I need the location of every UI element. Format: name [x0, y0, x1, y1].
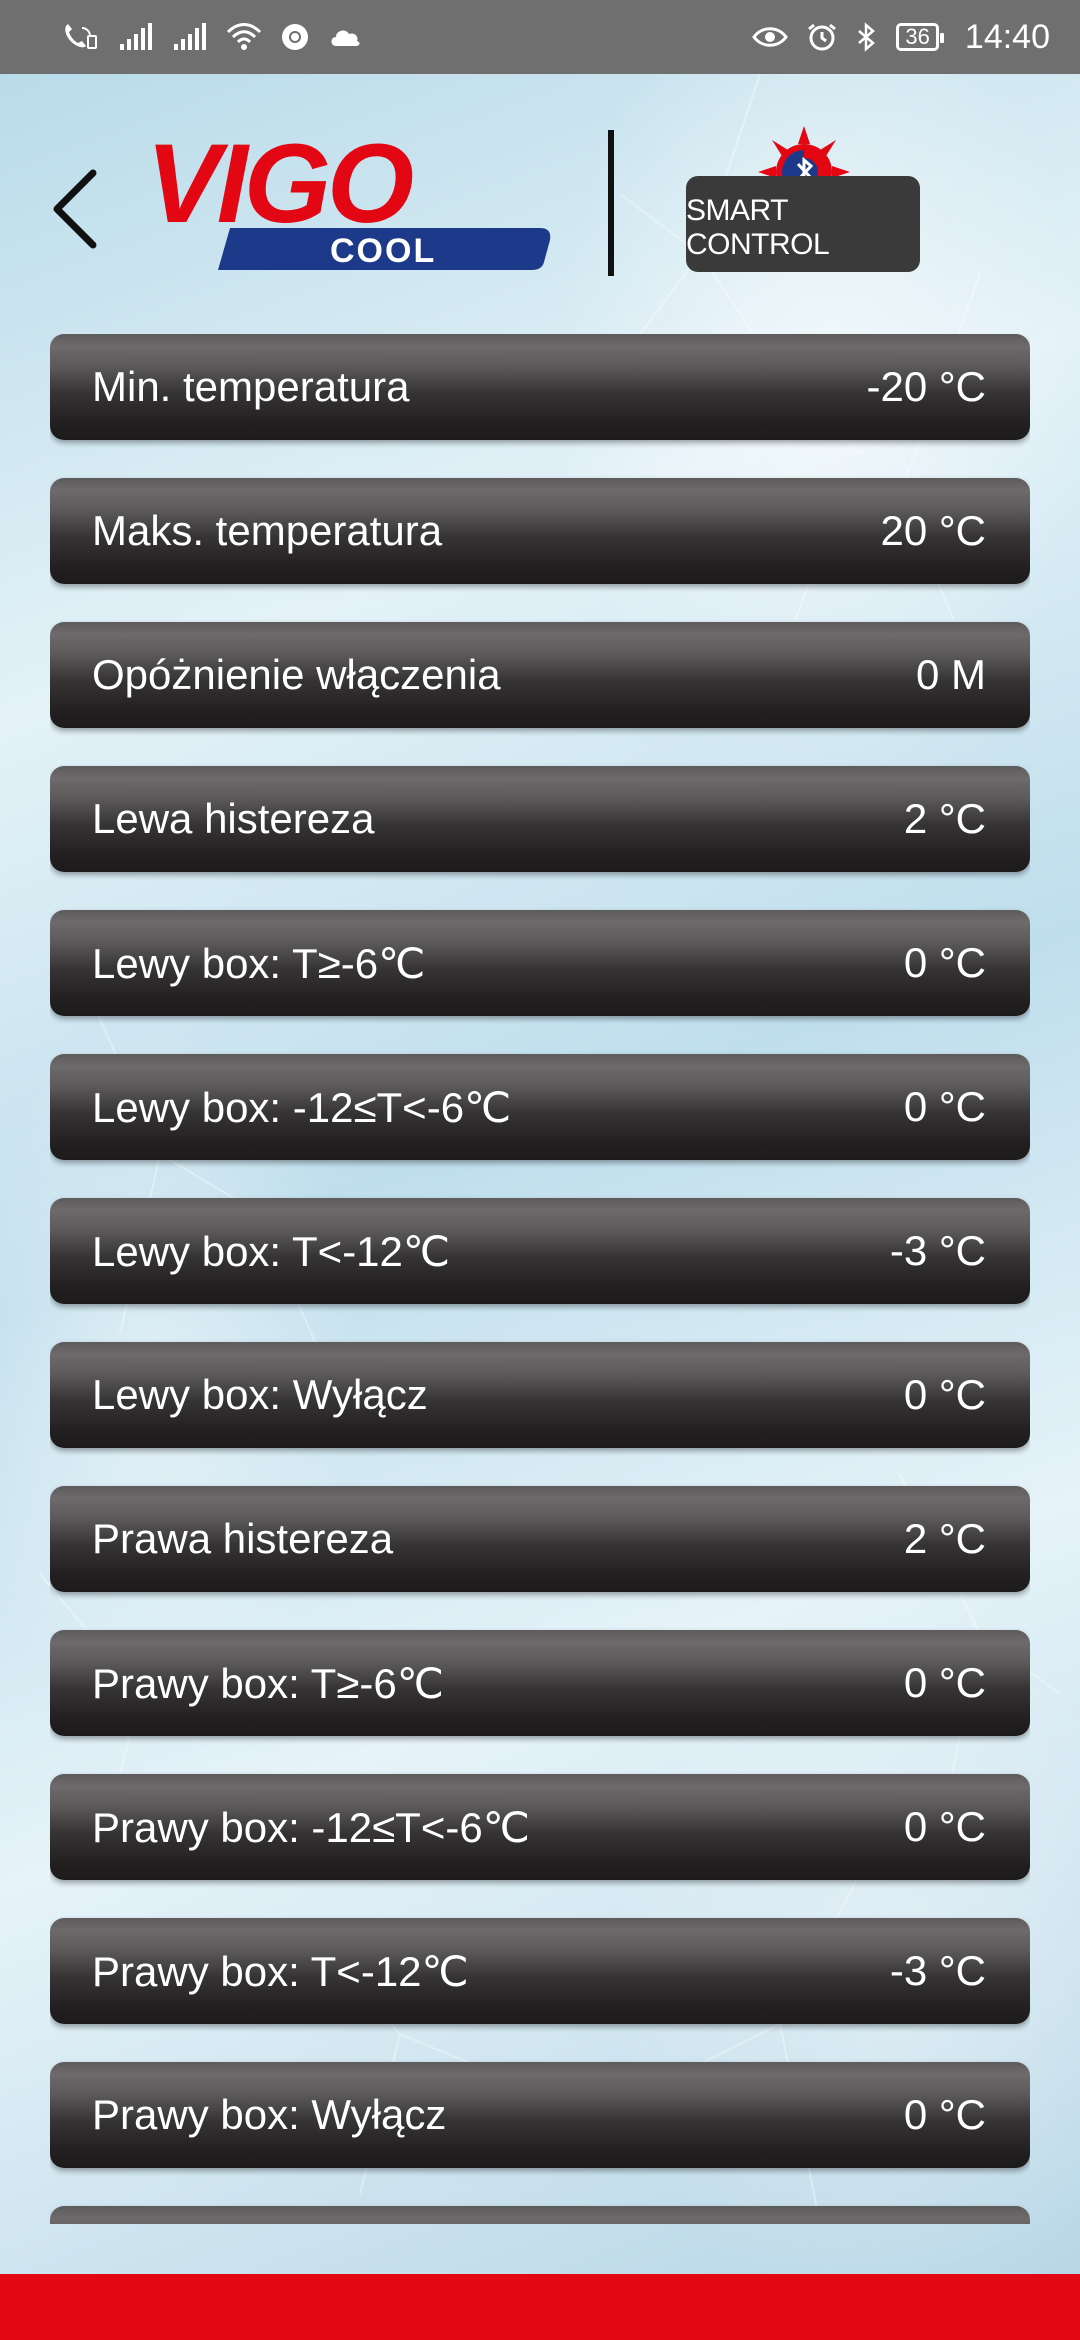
setting-label: Lewa histereza	[92, 795, 375, 842]
battery-level: 36	[905, 24, 930, 49]
setting-row-right-box-below-minus12[interactable]: Prawy box: T<-12℃ -3 °C	[50, 1918, 1030, 2024]
chrome-icon	[280, 22, 310, 52]
alarm-icon	[806, 22, 838, 52]
bluetooth-icon	[856, 22, 878, 52]
setting-label: Prawa histereza	[92, 1515, 394, 1562]
setting-row-right-box-off[interactable]: Prawy box: Wyłącz 0 °C	[50, 2062, 1030, 2168]
setting-row-left-box-below-minus12[interactable]: Lewy box: T<-12℃ -3 °C	[50, 1198, 1030, 1304]
setting-row-left-box-minus12-to-minus6[interactable]: Lewy box: -12≤T<-6℃ 0 °C	[50, 1054, 1030, 1160]
setting-value: 2 °C	[903, 1515, 986, 1562]
status-right-icons: 36 14:40	[752, 18, 1050, 57]
smart-control-logo: SMART CONTROL	[686, 126, 920, 276]
setting-row-start-delay[interactable]: Opóżnienie włączenia 0 M	[50, 622, 1030, 728]
vigo-cool-logo: VIGO COOL	[140, 121, 560, 274]
bottom-brand-bar	[0, 2274, 1080, 2340]
status-left-icons	[60, 22, 362, 52]
setting-value: -3 °C	[889, 1227, 986, 1274]
setting-label: Lewy box: T<-12℃	[92, 1227, 451, 1275]
setting-label: Lewy box: Wyłącz	[92, 1371, 428, 1418]
setting-row-max-temperature[interactable]: Maks. temperatura 20 °C	[50, 478, 1030, 584]
back-button[interactable]	[40, 154, 110, 264]
setting-label: Prawy box: T<-12℃	[92, 1947, 469, 1995]
eye-icon	[752, 22, 789, 52]
logo-sub-text: COOL	[330, 232, 436, 270]
header-divider	[608, 130, 614, 276]
setting-value: 0 °C	[903, 939, 986, 986]
setting-label: Prawy box: T≥-6℃	[92, 1659, 444, 1707]
chevron-left-icon	[53, 169, 97, 249]
setting-row-right-box-minus12-to-minus6[interactable]: Prawy box: -12≤T<-6℃ 0 °C	[50, 1774, 1030, 1880]
setting-value: -20 °C	[866, 363, 987, 410]
setting-value: 0 °C	[903, 1371, 986, 1418]
signal-icon	[118, 22, 154, 52]
wifi-icon	[226, 22, 262, 52]
smart-control-label: SMART CONTROL	[686, 176, 920, 272]
app-header: VIGO COOL SMART CONTROL	[0, 74, 1080, 324]
setting-label: Prawy box: Wyłącz	[92, 2091, 447, 2138]
setting-value: 0 °C	[903, 1083, 986, 1130]
setting-row-min-temperature[interactable]: Min. temperatura -20 °C	[50, 334, 1030, 440]
setting-row-left-box-above-minus6[interactable]: Lewy box: T≥-6℃ 0 °C	[50, 910, 1030, 1016]
setting-value: 2 °C	[903, 795, 986, 842]
setting-value: 0 M	[915, 651, 986, 698]
setting-label: Prawy box: -12≤T<-6℃	[92, 1803, 530, 1851]
setting-label: Opóżnienie włączenia	[92, 651, 501, 698]
setting-value: -3 °C	[889, 1947, 986, 1994]
setting-value: 0 °C	[903, 1803, 986, 1850]
status-time: 14:40	[964, 17, 1050, 56]
setting-label: Maks. temperatura	[92, 507, 443, 554]
status-bar: 36 14:40	[0, 0, 1080, 74]
setting-row-partial[interactable]	[50, 2206, 1030, 2224]
setting-row-right-hysteresis[interactable]: Prawa histereza 2 °C	[50, 1486, 1030, 1592]
setting-value: 20 °C	[880, 507, 986, 554]
settings-list: Min. temperatura -20 °C Maks. temperatur…	[50, 334, 1030, 2224]
setting-label: Min. temperatura	[92, 363, 410, 410]
wifi-calling-icon	[60, 22, 100, 52]
setting-value: 0 °C	[903, 1659, 986, 1706]
setting-row-right-box-above-minus6[interactable]: Prawy box: T≥-6℃ 0 °C	[50, 1630, 1030, 1736]
setting-row-left-hysteresis[interactable]: Lewa histereza 2 °C	[50, 766, 1030, 872]
setting-label: Lewy box: T≥-6℃	[92, 939, 426, 987]
battery-icon: 36	[896, 23, 945, 51]
setting-label: Lewy box: -12≤T<-6℃	[92, 1083, 512, 1131]
signal-icon	[172, 22, 208, 52]
setting-row-left-box-off[interactable]: Lewy box: Wyłącz 0 °C	[50, 1342, 1030, 1448]
cloud-icon	[328, 22, 362, 52]
setting-value: 0 °C	[903, 2091, 986, 2138]
